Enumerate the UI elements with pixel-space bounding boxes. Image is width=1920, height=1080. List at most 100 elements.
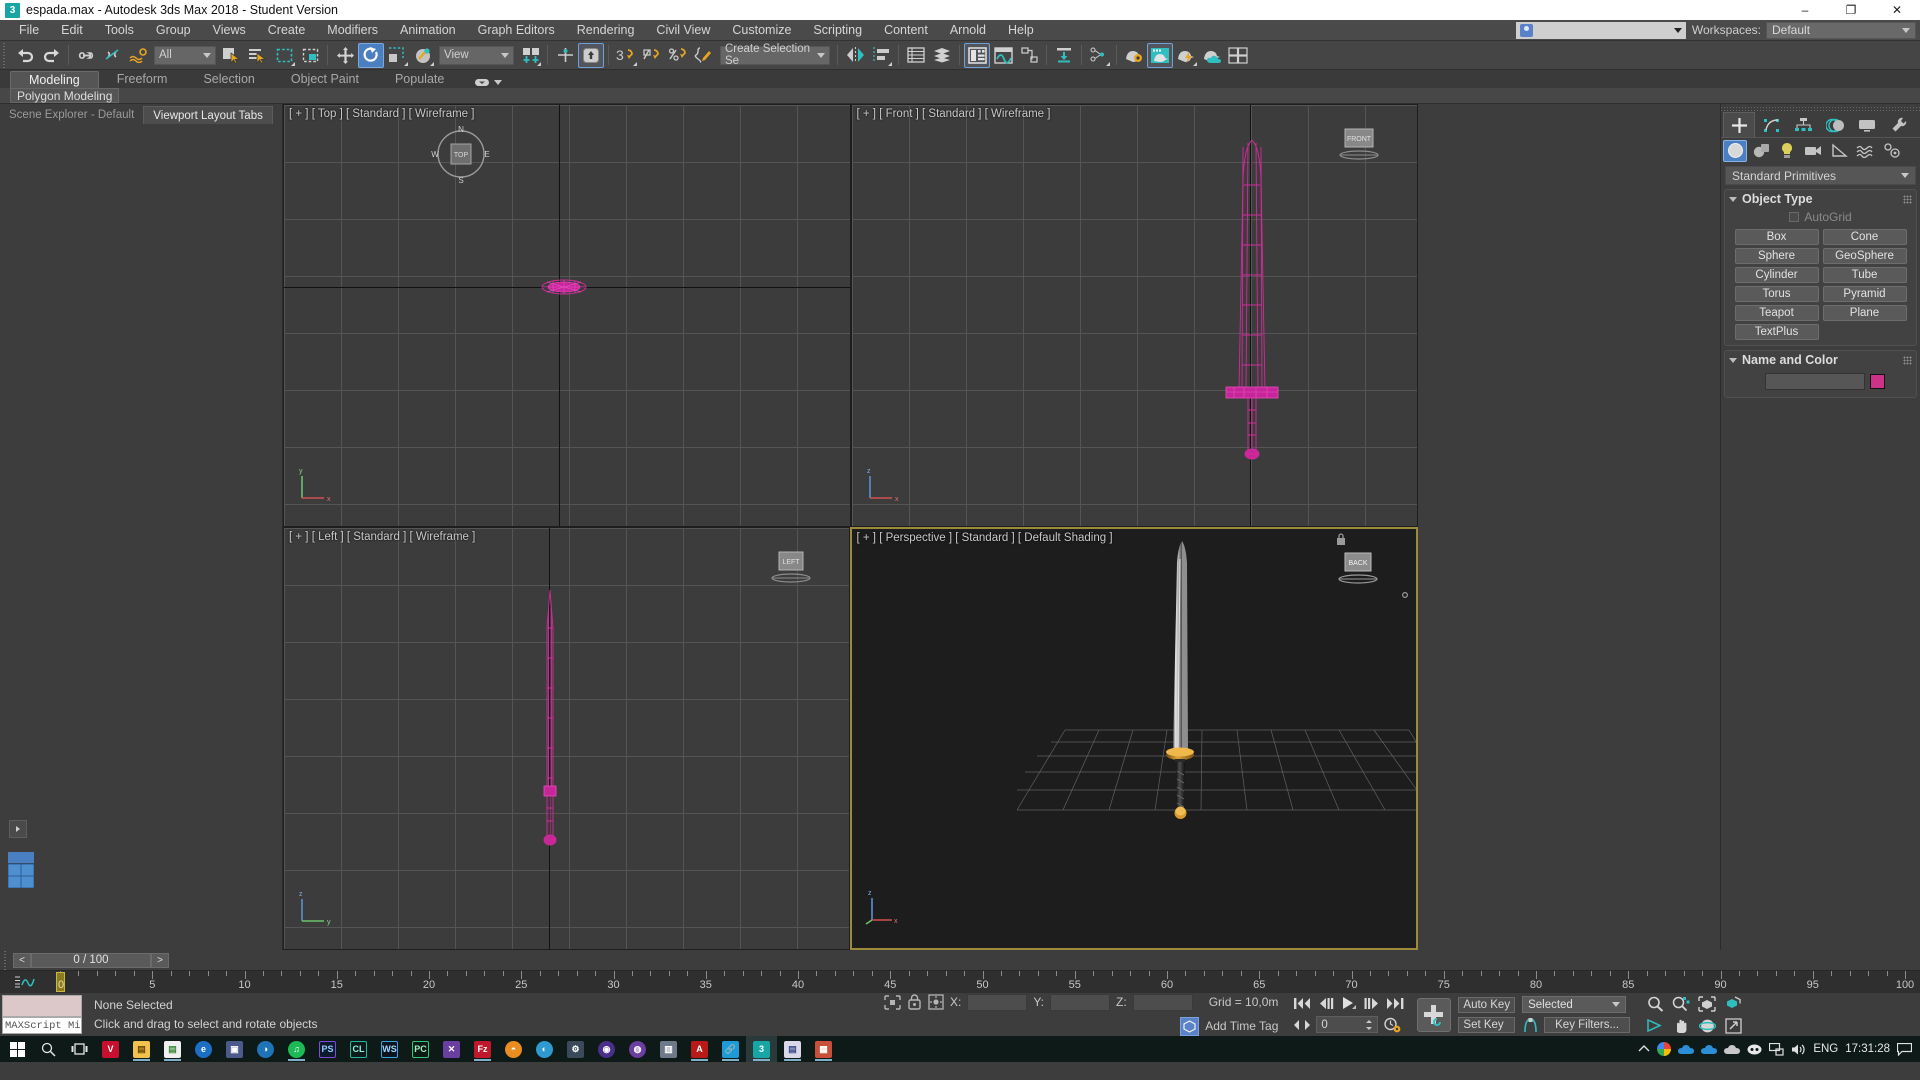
cameras-icon[interactable] <box>1801 140 1825 162</box>
menu-file[interactable]: File <box>8 20 50 41</box>
key-mode-toggle-icon[interactable] <box>1294 1019 1311 1031</box>
viewport-label-front[interactable]: [ + ] [ Front ] [ Standard ] [ Wireframe… <box>857 108 1051 120</box>
menu-graph-editors[interactable]: Graph Editors <box>467 20 566 41</box>
select-and-place-button[interactable] <box>410 43 436 68</box>
time-slider-grip[interactable] <box>3 947 10 973</box>
user-account-dropdown[interactable] <box>1515 21 1686 39</box>
ribbon-tab-modeling[interactable]: Modeling <box>10 71 99 88</box>
menu-civil-view[interactable]: Civil View <box>645 20 721 41</box>
notification-icon[interactable] <box>1897 1042 1912 1056</box>
lights-icon[interactable] <box>1775 140 1799 162</box>
name-and-color-header[interactable]: Name and Color <box>1725 351 1916 369</box>
cloud-icon[interactable] <box>1724 1044 1741 1055</box>
link-icon[interactable]: 🔗 <box>715 1036 746 1062</box>
display-tab[interactable] <box>1851 112 1883 137</box>
render-setup-button[interactable] <box>1121 43 1147 68</box>
menu-content[interactable]: Content <box>873 20 939 41</box>
utilities-tab[interactable] <box>1883 112 1915 137</box>
zoom-icon[interactable] <box>1644 995 1666 1013</box>
polygon-modeling-panel-button[interactable]: Polygon Modeling <box>10 88 120 103</box>
onedrive2-icon[interactable] <box>1701 1044 1718 1055</box>
menu-edit[interactable]: Edit <box>50 20 94 41</box>
material-editor-button[interactable] <box>1051 43 1077 68</box>
menu-arnold[interactable]: Arnold <box>939 20 997 41</box>
workspaces-dropdown[interactable]: Default <box>1766 21 1916 39</box>
systems-icon[interactable] <box>1879 140 1903 162</box>
view-cube-left[interactable]: LEFT <box>767 548 815 588</box>
tab-scene-explorer[interactable]: Scene Explorer - Default <box>0 106 143 124</box>
viewport-top[interactable]: [ + ] [ Top ] [ Standard ] [ Wireframe ]… <box>283 104 851 527</box>
spinner-snap-toggle-button[interactable] <box>665 43 691 68</box>
go-to-start-icon[interactable] <box>1294 997 1311 1010</box>
plane-button[interactable]: Plane <box>1822 305 1907 321</box>
motion-tab[interactable] <box>1819 112 1851 137</box>
cone-button[interactable]: Cone <box>1822 229 1907 245</box>
helpers-icon[interactable] <box>1827 140 1851 162</box>
select-and-scale-button[interactable] <box>384 43 410 68</box>
curve-editor-button[interactable] <box>990 43 1016 68</box>
toggle-scene-explorer-button[interactable] <box>964 42 990 68</box>
key-filters-button[interactable]: Key Filters... <box>1544 1017 1631 1033</box>
bind-to-space-warp-button[interactable] <box>125 43 151 68</box>
maximize-viewport-toggle-icon[interactable] <box>1722 1017 1744 1035</box>
maxscript-listener[interactable]: MAXScript Mi <box>0 993 84 1036</box>
task-view-icon[interactable] <box>64 1036 95 1062</box>
zoom-extents-icon[interactable] <box>1696 995 1718 1013</box>
torus-button[interactable]: Torus <box>1734 286 1819 302</box>
maximize-button[interactable]: ❐ <box>1828 0 1874 20</box>
discord-icon[interactable] <box>1747 1044 1762 1055</box>
next-frame-button[interactable]: > <box>151 952 169 968</box>
percent-snap-toggle-button[interactable] <box>639 43 665 68</box>
modify-tab[interactable] <box>1755 112 1787 137</box>
viewport-layout-thumbnail[interactable] <box>8 852 34 888</box>
unity-icon[interactable]: ◍ <box>622 1036 653 1062</box>
menu-rendering[interactable]: Rendering <box>566 20 646 41</box>
open-autodesk-a360-gallery-button[interactable] <box>1225 43 1251 68</box>
snaps-toggle-button[interactable] <box>578 42 604 68</box>
render-in-cloud-button[interactable] <box>1199 43 1225 68</box>
chrome-icon[interactable] <box>1657 1042 1672 1056</box>
toolbar-grip[interactable] <box>2 42 9 68</box>
viewport-label-top[interactable]: [ + ] [ Top ] [ Standard ] [ Wireframe ] <box>289 108 474 120</box>
office-icon[interactable]: ▤ <box>777 1036 808 1062</box>
menu-animation[interactable]: Animation <box>389 20 467 41</box>
select-by-name-button[interactable] <box>245 43 271 68</box>
viewport-label-perspective[interactable]: [ + ] [ Perspective ] [ Standard ] [ Def… <box>857 532 1113 544</box>
set-keys-button[interactable] <box>1417 997 1452 1032</box>
schematic-view-button[interactable] <box>1016 43 1042 68</box>
shapes-icon[interactable] <box>1749 140 1773 162</box>
ribbon-tab-populate[interactable]: Populate <box>377 71 462 88</box>
language-indicator[interactable]: ENG <box>1813 1043 1838 1055</box>
previous-frame-icon[interactable] <box>1318 997 1334 1010</box>
box-button[interactable]: Box <box>1734 229 1819 245</box>
vegas-icon[interactable]: V <box>95 1036 126 1062</box>
menu-customize[interactable]: Customize <box>721 20 802 41</box>
menu-modifiers[interactable]: Modifiers <box>316 20 389 41</box>
play-animation-icon[interactable] <box>1341 996 1357 1010</box>
autogrid-checkbox[interactable] <box>1789 212 1800 222</box>
network-icon[interactable] <box>1769 1042 1784 1056</box>
viewport-label-left[interactable]: [ + ] [ Left ] [ Standard ] [ Wireframe … <box>289 531 475 543</box>
visual-studio-icon[interactable]: ✕ <box>436 1036 467 1062</box>
current-frame-display[interactable]: 0 / 100 <box>31 952 151 968</box>
edge-icon[interactable]: e <box>188 1036 219 1062</box>
time-configuration-icon[interactable] <box>1384 1017 1401 1033</box>
reference-coordinate-system-dropdown[interactable]: View <box>439 45 514 65</box>
start-icon[interactable] <box>2 1036 33 1062</box>
particle-view-button[interactable] <box>1086 43 1112 68</box>
expand-layouts-button[interactable] <box>9 820 27 838</box>
spinner-arrows-icon[interactable] <box>1365 1019 1373 1031</box>
acrobat-icon[interactable]: A <box>684 1036 715 1062</box>
ribbon-minimize-control[interactable] <box>474 77 503 88</box>
next-frame-icon[interactable] <box>1364 997 1380 1010</box>
search-icon[interactable] <box>33 1036 64 1062</box>
photoshop-icon[interactable]: PS <box>312 1036 343 1062</box>
cylinder-button[interactable]: Cylinder <box>1734 267 1819 283</box>
textplus-button[interactable]: TextPlus <box>1734 324 1819 340</box>
selection-filter-dropdown[interactable]: All <box>154 45 216 65</box>
unlink-selection-button[interactable] <box>99 43 125 68</box>
layer-explorer-button[interactable] <box>903 43 929 68</box>
select-and-move-button[interactable] <box>332 43 358 68</box>
space-warps-icon[interactable] <box>1853 140 1877 162</box>
view-compass-icon[interactable]: TOP N S E W <box>430 123 492 185</box>
